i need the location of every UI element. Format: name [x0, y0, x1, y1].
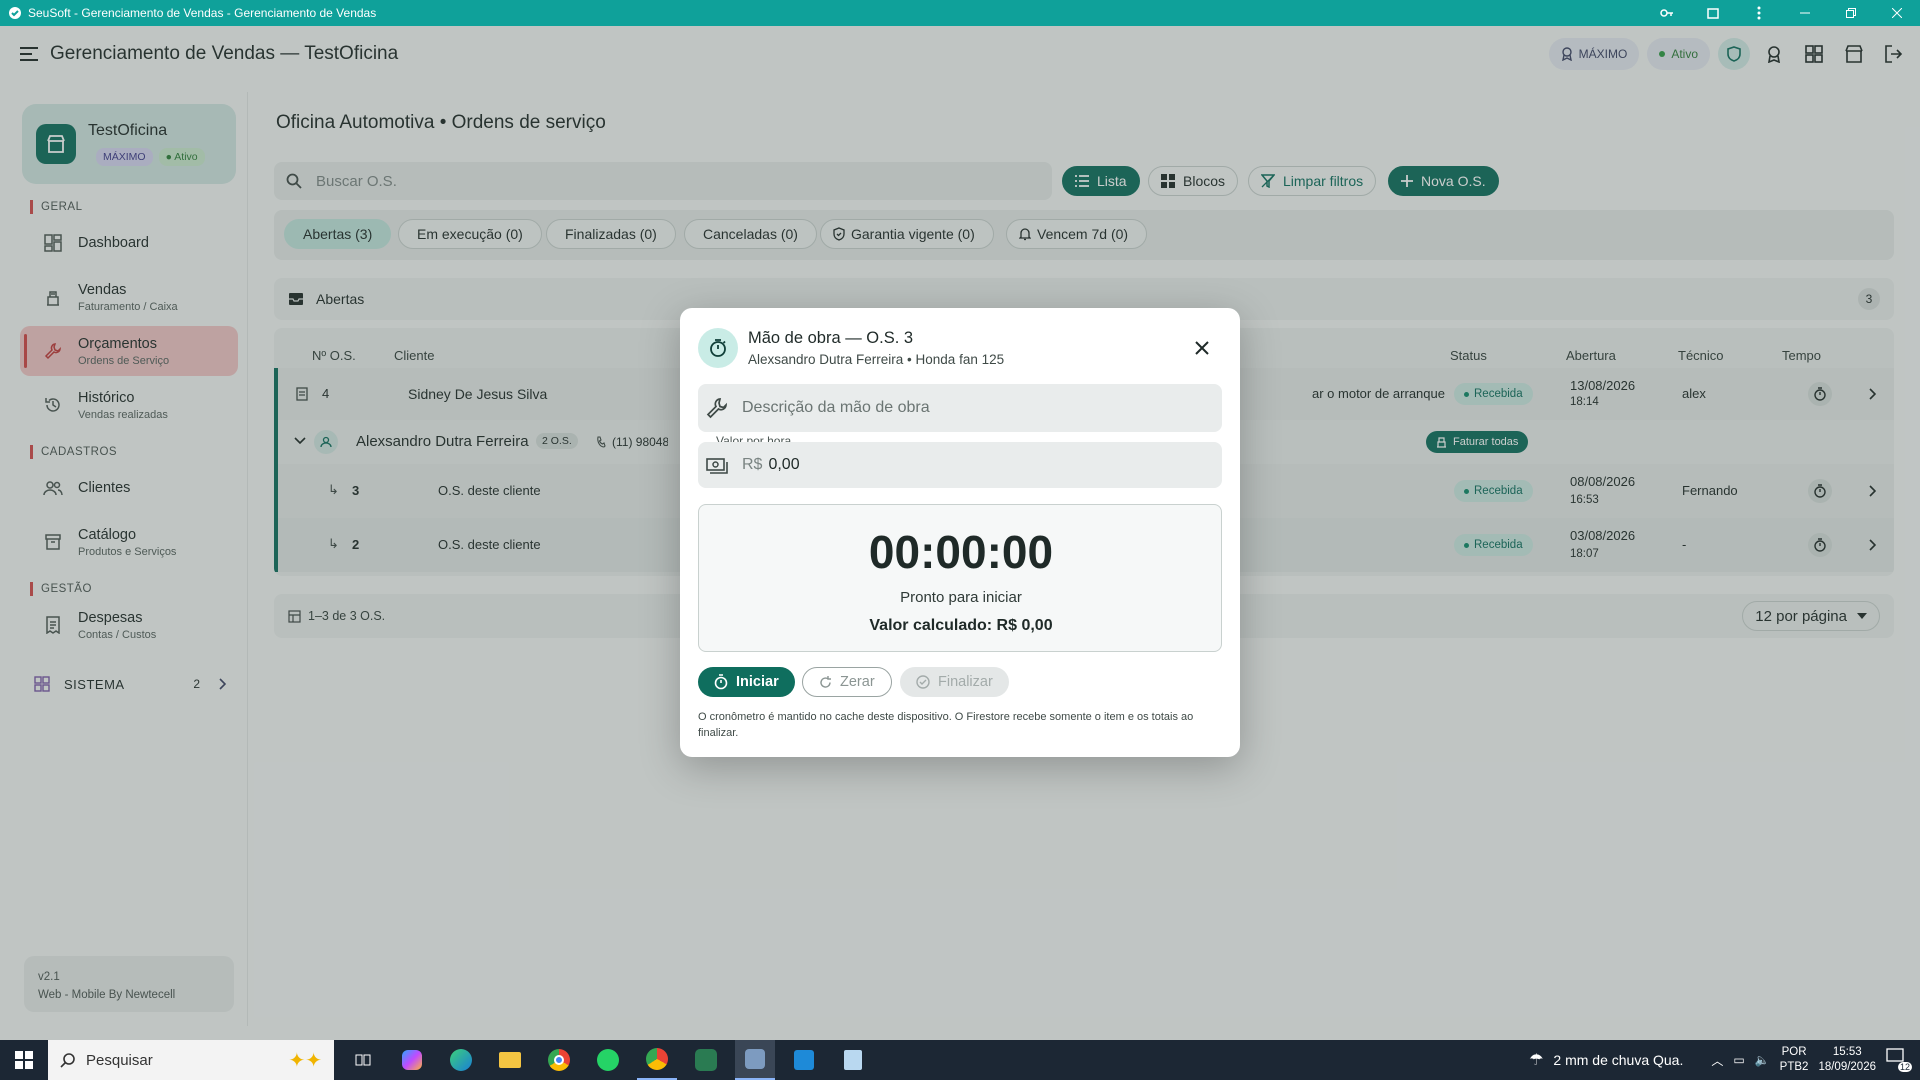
taskbar: Pesquisar ✦✦ ☂ 2 mm de chuva Qua. ︿ ▭ 🔈 … [0, 1040, 1920, 1080]
network-icon[interactable]: ▭ [1733, 1053, 1744, 1067]
check-circle-icon [916, 675, 930, 689]
search-icon [60, 1053, 75, 1068]
weather-icon: ☂ [1529, 1052, 1544, 1069]
minimize-button[interactable] [1782, 0, 1828, 26]
timer-panel: 00:00:00 Pronto para iniciar Valor calcu… [698, 504, 1222, 652]
currency-prefix: R$ [742, 456, 763, 473]
dialog-note: O cronômetro é mantido no cache deste di… [698, 711, 1194, 739]
notepad-icon[interactable] [833, 1040, 873, 1080]
reset-button[interactable]: Zerar [802, 667, 892, 697]
keyboard-layout-label: PTB2 [1779, 1061, 1809, 1073]
sparkle-icon: ✦✦ [288, 1049, 322, 1072]
timer-display: 00:00:00 [868, 526, 1054, 578]
language-indicator[interactable]: POR PTB2 [1780, 1045, 1809, 1075]
labor-description-input[interactable] [742, 399, 1202, 417]
extension-icon[interactable] [1690, 0, 1736, 26]
calculated-value: Valor calculado: R$ 0,00 [869, 617, 1053, 634]
hourly-rate-value[interactable]: 0,00 [768, 456, 799, 474]
clock-time: 15:53 [1832, 1046, 1862, 1058]
clock-date: 18/09/2026 [1818, 1061, 1876, 1073]
copilot-icon[interactable] [392, 1040, 432, 1080]
hourly-rate-field[interactable]: R$ 0,00 [698, 442, 1222, 488]
window-titlebar: SeuSoft - Gerenciamento de Vendas - Gere… [0, 0, 1920, 26]
system-tray: ☂ 2 mm de chuva Qua. ︿ ▭ 🔈 POR PTB2 15:53… [1529, 1040, 1920, 1080]
clock[interactable]: 15:53 18/09/2026 [1818, 1045, 1876, 1075]
language-label: POR [1781, 1046, 1807, 1058]
window-title: SeuSoft - Gerenciamento de Vendas - Gere… [28, 6, 377, 20]
chevron-up-icon[interactable]: ︿ [1711, 1052, 1723, 1069]
labor-timer-dialog: Mão de obra — O.S. 3 Alexsandro Dutra Fe… [680, 308, 1240, 757]
close-icon[interactable] [1190, 336, 1214, 360]
wrench-icon [706, 398, 727, 419]
more-vert-icon[interactable] [1736, 0, 1782, 26]
app-icon [9, 7, 21, 19]
stopwatch-icon [698, 328, 738, 368]
taskbar-search[interactable]: Pesquisar ✦✦ [48, 1040, 334, 1080]
finish-button[interactable]: Finalizar [900, 667, 1009, 697]
restore-button[interactable] [1828, 0, 1874, 26]
task-view-icon[interactable] [343, 1040, 383, 1080]
vscode-icon[interactable] [784, 1040, 824, 1080]
reset-label: Zerar [840, 674, 875, 690]
timer-status: Pronto para iniciar [900, 589, 1022, 606]
close-window-button[interactable] [1874, 0, 1920, 26]
taskbar-search-label: Pesquisar [86, 1051, 153, 1069]
volume-icon[interactable]: 🔈 [1755, 1053, 1770, 1067]
start-label: Iniciar [736, 674, 779, 690]
notification-count: 12 [1897, 1062, 1912, 1072]
stopwatch-icon [714, 674, 728, 690]
finish-label: Finalizar [938, 674, 993, 690]
app-shortcut-icon[interactable] [686, 1040, 726, 1080]
refresh-icon [820, 675, 831, 688]
file-explorer-icon[interactable] [490, 1040, 530, 1080]
notifications-icon[interactable]: 12 [1886, 1048, 1912, 1072]
whatsapp-icon[interactable] [588, 1040, 628, 1080]
dialog-title: Mão de obra — O.S. 3 [748, 329, 914, 347]
chrome-icon[interactable] [539, 1040, 579, 1080]
dialog-subtitle: Alexsandro Dutra Ferreira • Honda fan 12… [748, 352, 1005, 367]
windows-start-button[interactable] [0, 1040, 48, 1080]
labor-description-field[interactable] [698, 384, 1222, 432]
edge-icon[interactable] [441, 1040, 481, 1080]
cash-icon [706, 458, 728, 474]
chrome-profile-icon[interactable] [637, 1040, 677, 1080]
key-icon[interactable] [1644, 0, 1690, 26]
seusoft-taskbar-icon[interactable] [735, 1040, 775, 1080]
start-button[interactable]: Iniciar [698, 667, 795, 697]
weather-label[interactable]: 2 mm de chuva Qua. [1553, 1052, 1683, 1068]
